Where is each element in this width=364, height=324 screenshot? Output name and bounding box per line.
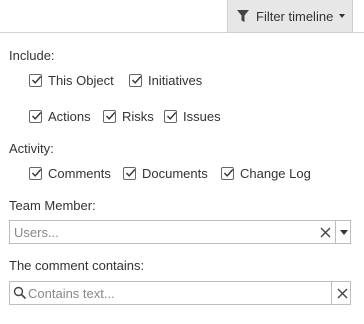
checkmark-icon [103,110,116,123]
team-member-select [9,220,351,244]
checkbox-label: This Object [48,73,114,88]
checkbox-label: Documents [142,166,208,181]
checkbox-risks[interactable]: Risks [103,109,154,124]
checkbox-initiatives[interactable]: Initiatives [129,73,202,88]
toolbar-divider [0,32,227,33]
caret-down-icon[interactable] [336,221,352,243]
funnel-icon [237,9,249,23]
include-label: Include: [9,48,55,63]
search-icon [13,286,27,300]
activity-label: Activity: [9,141,54,156]
checkbox-change-log[interactable]: Change Log [221,166,311,181]
checkbox-label: Change Log [240,166,311,181]
checkbox-actions[interactable]: Actions [29,109,91,124]
team-member-label: Team Member: [9,198,96,213]
checkbox-issues[interactable]: Issues [164,109,221,124]
checkbox-label: Initiatives [148,73,203,88]
checkbox-documents[interactable]: Documents [123,166,208,181]
filter-timeline-label: Filter timeline [256,8,334,24]
checkbox-label: Issues [183,109,221,124]
checkmark-icon [123,167,136,180]
checkbox-label: Actions [48,109,91,124]
checkmark-icon [164,110,177,123]
checkbox-label: Risks [122,109,154,124]
comment-search-field [9,281,351,305]
users-input[interactable] [14,221,314,243]
checkbox-label: Comments [48,166,111,181]
toolbar-divider [353,32,364,33]
close-icon[interactable] [332,282,352,304]
checkmark-icon [29,167,42,180]
caret-down-icon [339,14,346,18]
close-icon[interactable] [315,221,335,243]
filter-timeline-button[interactable]: Filter timeline [227,0,353,33]
checkmark-icon [129,74,142,87]
timeline-toolbar: Filter timeline [0,0,364,33]
checkmark-icon [221,167,234,180]
comment-search-input[interactable] [28,282,330,304]
checkbox-this-object[interactable]: This Object [29,73,114,88]
checkmark-icon [29,110,42,123]
checkbox-comments[interactable]: Comments [29,166,111,181]
checkmark-icon [29,74,42,87]
comment-contains-label: The comment contains: [9,258,145,273]
